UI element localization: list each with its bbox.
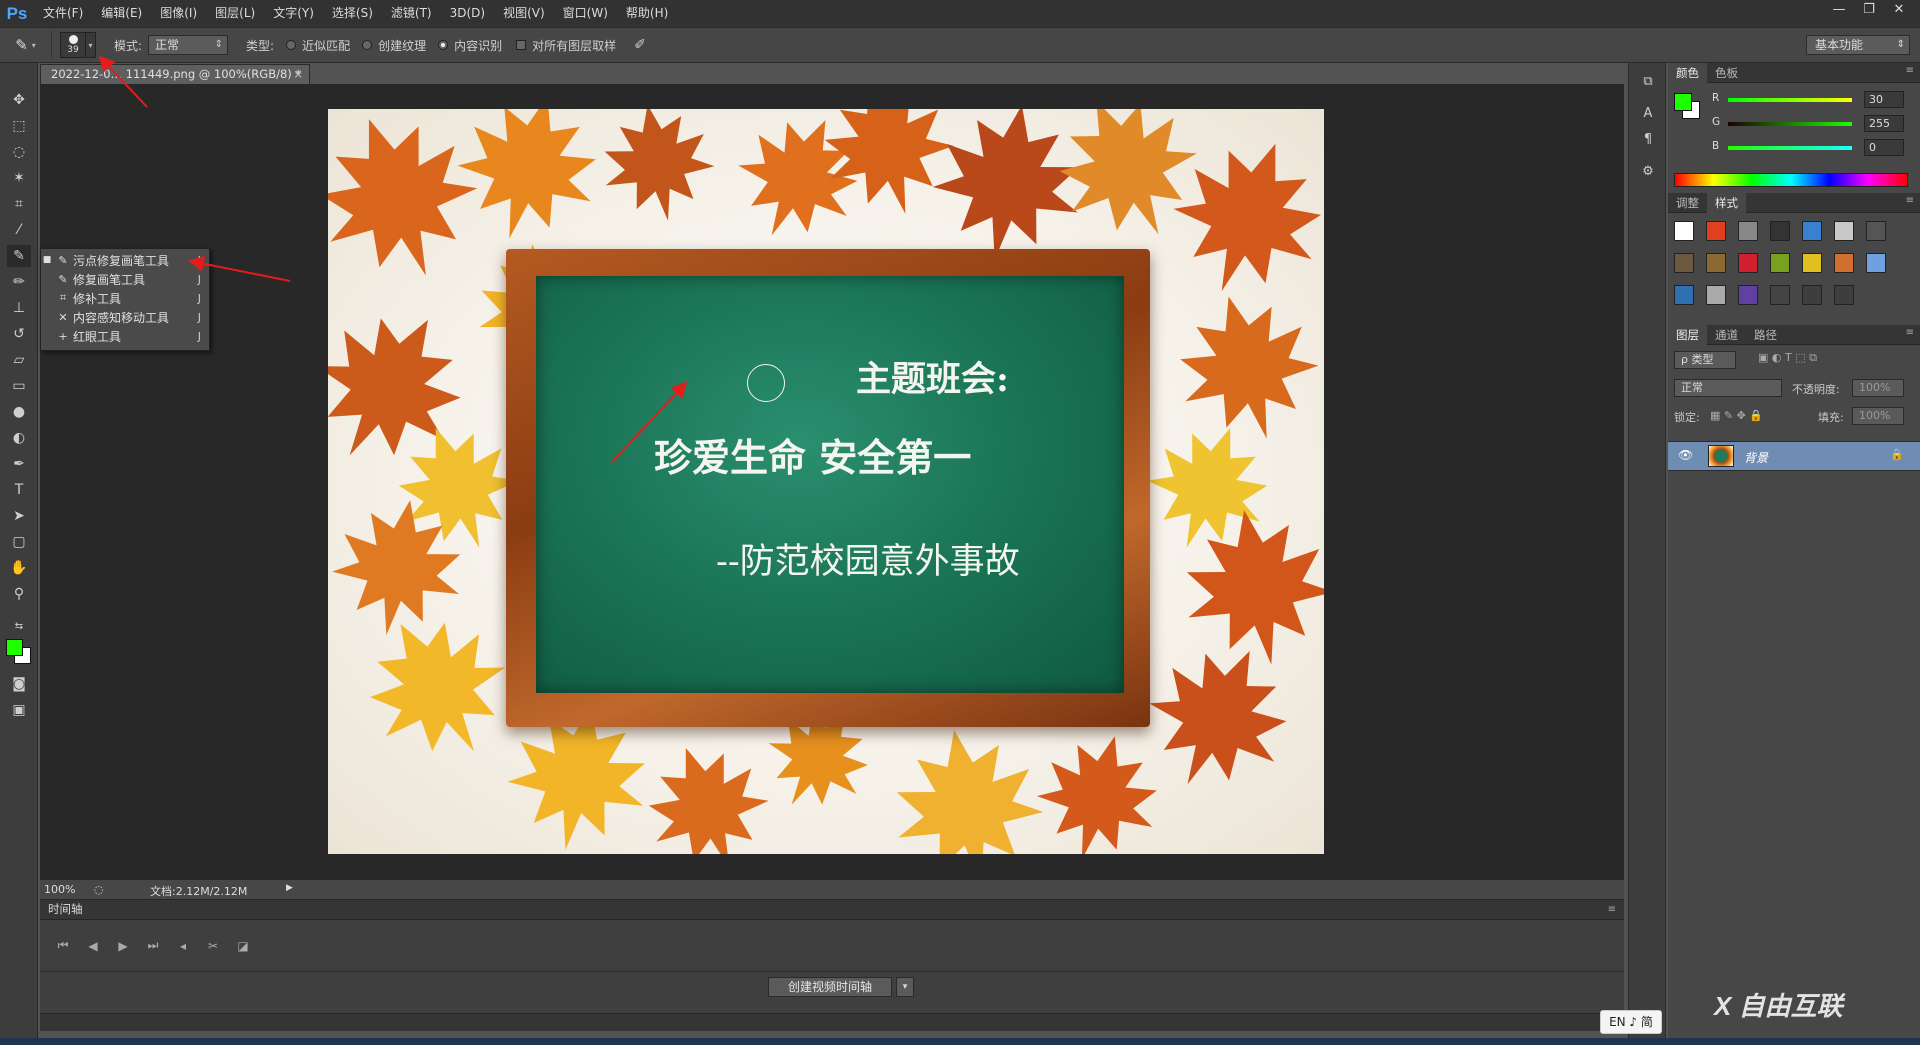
foreground-color-swatch[interactable]: [6, 639, 23, 656]
annotation-arrow-cursor: [611, 381, 688, 463]
annotation-arrow-brush-size: [98, 55, 148, 108]
foreground-color-swatch[interactable]: [1674, 93, 1692, 111]
annotation-arrows: [98, 55, 688, 463]
annotation-arrow-flyout: [188, 255, 291, 282]
